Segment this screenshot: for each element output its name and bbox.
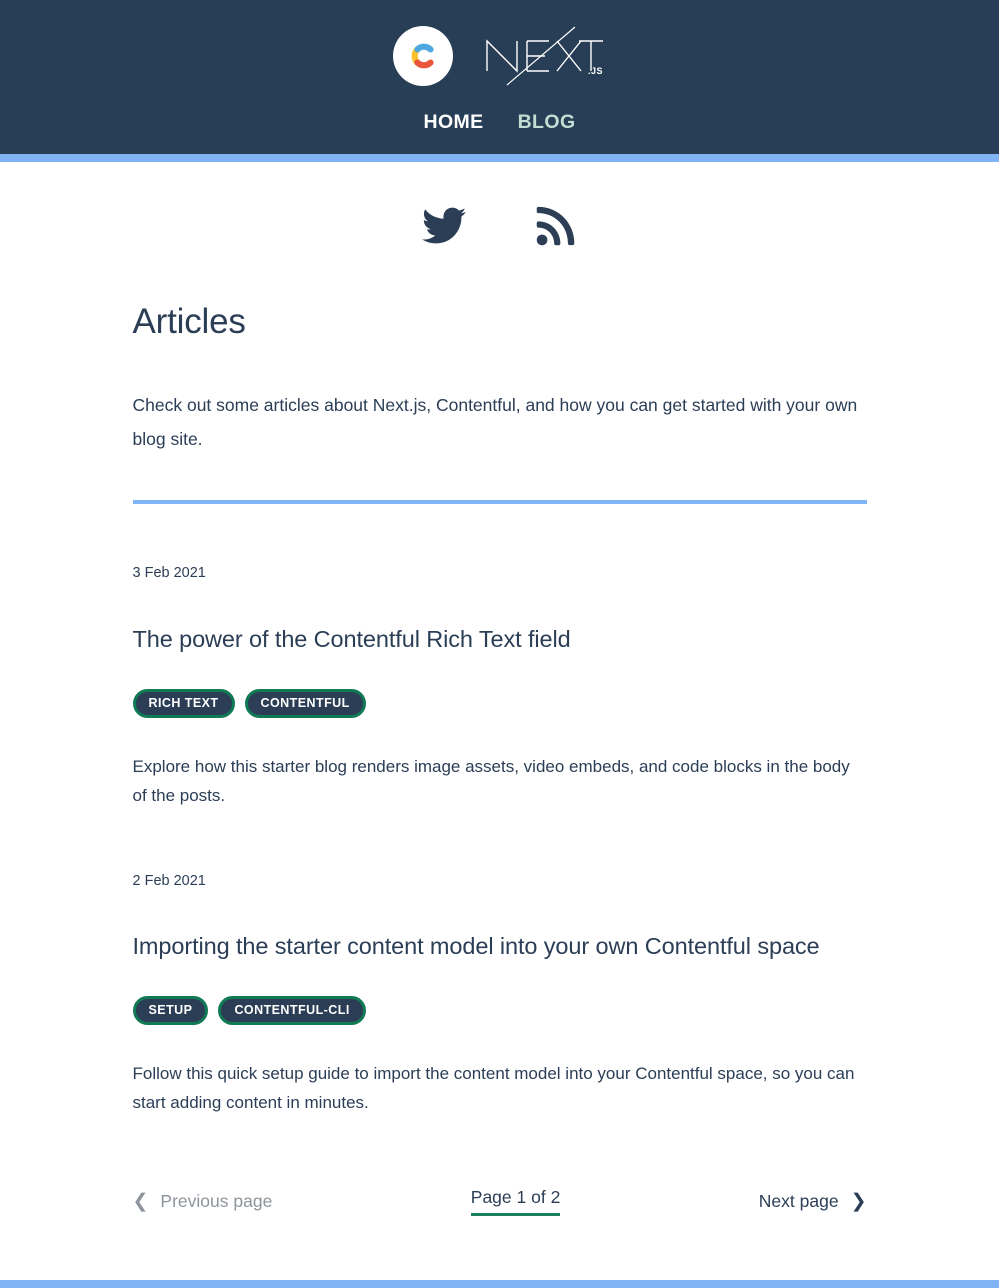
blog-page: .JS HOME BLOG Articles Check out some ar… <box>0 0 999 1288</box>
header-accent-bar <box>0 154 999 162</box>
page-indicator: Page 1 of 2 <box>470 1187 561 1217</box>
tag-chip[interactable]: CONTENTFUL-CLI <box>218 996 366 1026</box>
brand-row: .JS <box>0 16 999 96</box>
nextjs-logo-icon[interactable]: .JS <box>479 25 607 87</box>
previous-page-button[interactable]: ❮ Previous page <box>133 1191 273 1212</box>
tag-chip[interactable]: CONTENTFUL <box>244 688 366 718</box>
footer-accent-bar <box>0 1280 999 1288</box>
previous-page-label: Previous page <box>160 1191 273 1212</box>
pagination: ❮ Previous page Page 1 of 2 Next page ❯ <box>133 1187 867 1226</box>
article-date: 2 Feb 2021 <box>132 872 206 889</box>
social-links <box>133 162 867 258</box>
nav-link-blog[interactable]: BLOG <box>518 111 576 134</box>
article-list-item: 2 Feb 2021 Importing the starter content… <box>132 810 867 1118</box>
tag-chip[interactable]: SETUP <box>132 996 209 1026</box>
article-title-link[interactable]: Importing the starter content model into… <box>133 932 867 960</box>
main-nav: HOME BLOG <box>0 96 999 154</box>
tag-chip[interactable]: RICH TEXT <box>132 688 235 718</box>
article-list-item: 3 Feb 2021 The power of the Contentful R… <box>132 504 867 810</box>
rss-icon[interactable] <box>534 204 578 248</box>
page-intro: Check out some articles about Next.js, C… <box>132 395 858 449</box>
next-page-label: Next page <box>758 1191 839 1212</box>
chevron-right-icon: ❯ <box>850 1191 867 1213</box>
contentful-logo-icon[interactable] <box>392 26 453 86</box>
article-date: 3 Feb 2021 <box>132 565 206 581</box>
next-page-button[interactable]: Next page ❯ <box>759 1191 867 1212</box>
site-header: .JS HOME BLOG <box>0 0 999 154</box>
page-title: Articles <box>132 302 246 341</box>
article-title-link[interactable]: The power of the Contentful Rich Text fi… <box>133 625 867 653</box>
article-tags: SETUP CONTENTFUL-CLI <box>132 996 867 1026</box>
article-excerpt: Explore how this starter blog renders im… <box>132 756 850 805</box>
main-content: Articles Check out some articles about N… <box>132 162 867 1226</box>
article-excerpt: Follow this quick setup guide to import … <box>132 1064 855 1113</box>
twitter-icon[interactable] <box>421 207 466 245</box>
chevron-left-icon: ❮ <box>132 1191 149 1213</box>
svg-text:.JS: .JS <box>588 66 603 76</box>
article-tags: RICH TEXT CONTENTFUL <box>132 688 867 718</box>
nav-link-home[interactable]: HOME <box>423 111 483 134</box>
